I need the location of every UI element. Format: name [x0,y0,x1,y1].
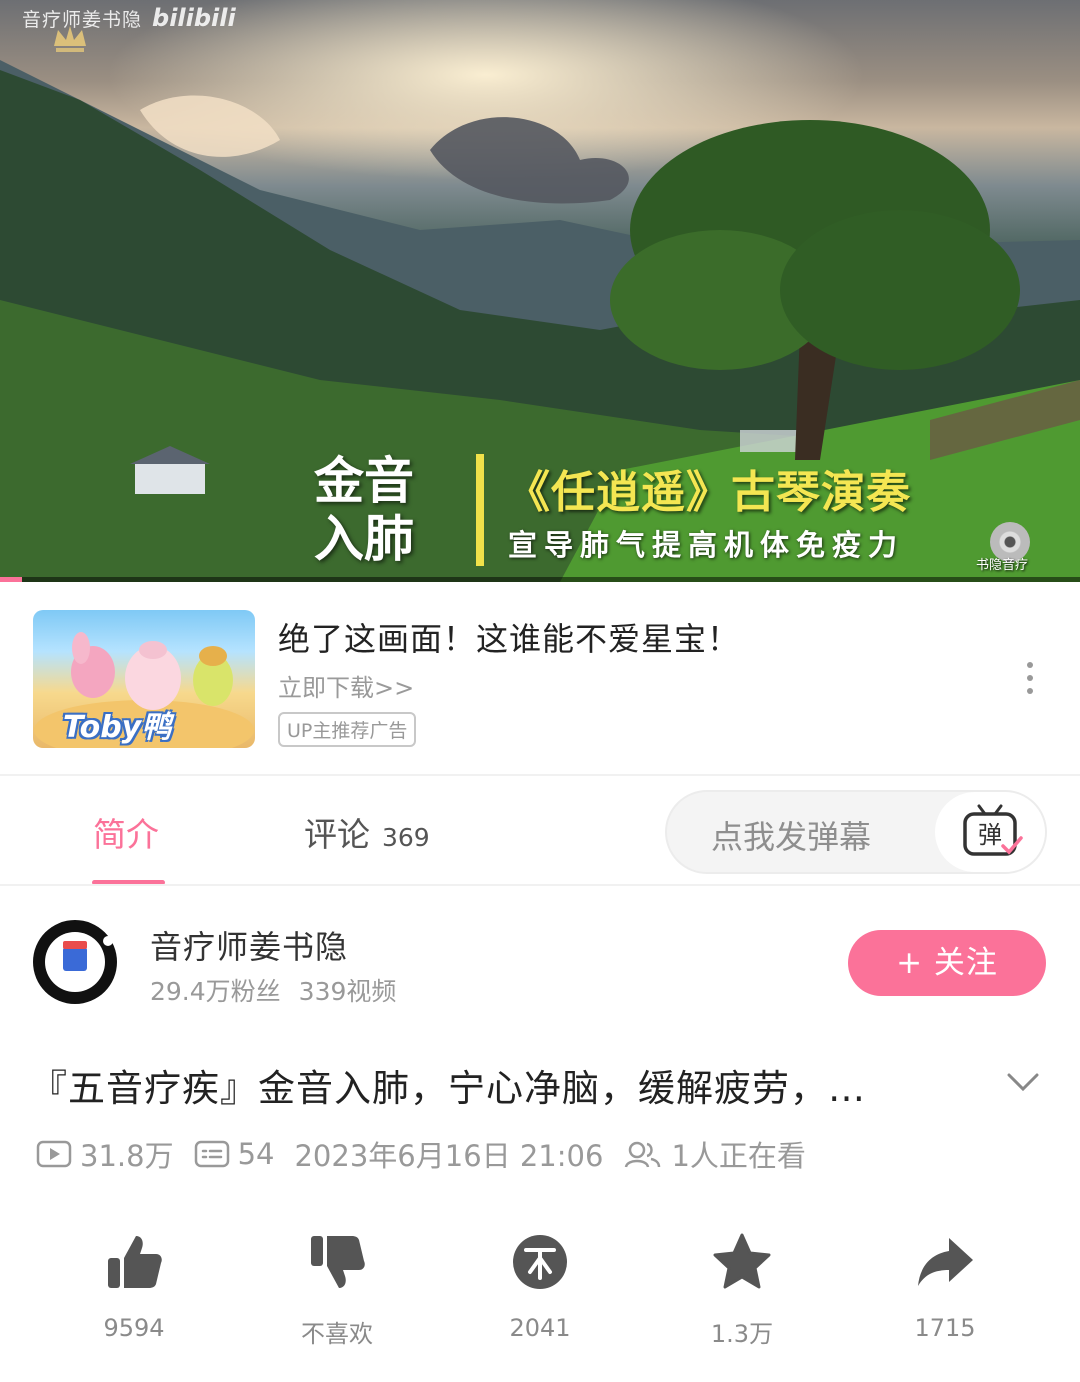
favorite-count: 1.3万 [710,1320,774,1348]
like-count: 9594 [103,1314,165,1342]
share-button[interactable]: 1715 [875,1232,1015,1342]
share-arrow-icon [918,1238,973,1286]
divider [0,774,1080,776]
uploader-followers: 29.4万粉丝 [150,977,281,1006]
ad-thumbnail[interactable]: Toby鸭 [33,610,255,748]
share-count: 1715 [914,1314,976,1342]
svg-text:弹: 弹 [978,821,1002,849]
play-count-icon [36,1140,72,1168]
uploader-stats: 29.4万粉丝 339视频 [150,972,396,1008]
uploader-avatar[interactable] [33,920,117,1004]
dislike-button[interactable]: 不喜欢 [267,1232,407,1349]
comments-count: 369 [382,823,430,852]
crown-logo-icon [54,26,86,52]
danmaku-tv-icon: 弹 [963,804,1023,856]
danmaku-input[interactable]: 点我发弹幕 弹 [665,790,1047,874]
thumbs-up-icon [108,1236,162,1288]
star-icon [713,1233,771,1289]
ad-download-link[interactable]: 立即下载>> [278,668,414,703]
video-meta: 31.8万 54 2023年6月16日 21:06 1人正在看 [36,1134,806,1174]
like-button[interactable]: 9594 [64,1232,204,1342]
coin-count: 2041 [509,1314,571,1342]
more-options-icon[interactable] [1018,662,1042,702]
gift-icon [63,941,87,971]
ad-badge: UP主推荐广告 [278,712,417,747]
uploader-name[interactable]: 音疗师姜书隐 [150,922,348,968]
publish-date: 2023年6月16日 21:06 [294,1139,604,1173]
ad-title[interactable]: 绝了这画面！这谁能不爱星宝！ [278,614,740,660]
coin-button[interactable]: 2041 [470,1232,610,1342]
chevron-down-icon[interactable] [1006,1070,1040,1094]
danmaku-toggle-button[interactable]: 弹 [935,792,1045,872]
thumbs-down-icon [311,1236,365,1288]
follow-button[interactable]: + 关注 [848,930,1046,996]
watching-people-icon [625,1141,661,1168]
tab-comments[interactable]: 评论 369 [304,808,430,856]
video-title: 『五音疗疾』金音入肺，宁心净脑，缓解疲劳，… [30,1067,866,1110]
action-bar: 9594 不喜欢 2041 1.3万 1715 [0,1232,1080,1352]
coin-icon [513,1235,567,1289]
tab-comments-label: 评论 [304,815,370,854]
danmaku-count: 54 [237,1137,275,1171]
watching-count: 1人正在看 [671,1139,806,1173]
dislike-label: 不喜欢 [301,1320,373,1348]
overlay-title: 《任逍遥》古琴演奏 [506,467,911,518]
danmaku-count-icon [194,1140,229,1168]
tab-intro[interactable]: 简介 [93,808,159,856]
ad-thumbnail-label: Toby鸭 [63,710,172,745]
uploader-videos: 339视频 [298,977,397,1006]
divider [0,884,1080,886]
danmaku-placeholder: 点我发弹幕 [711,818,872,856]
favorite-button[interactable]: 1.3万 [672,1232,812,1349]
overlay-divider [476,454,484,566]
overlay-subtitle: 宣导肺气提高机体免疫力 [508,528,905,562]
view-count: 31.8万 [80,1139,174,1173]
overlay-left-text: 金音 入肺 [314,451,414,568]
ad-card[interactable]: Toby鸭 绝了这画面！这谁能不爱星宝！ 立即下载>> UP主推荐广告 [0,582,1080,774]
overlay-corner-label: 书隐音疗 [976,558,1029,573]
video-player[interactable]: 音疗师姜书隐 bilibili 金音 入肺 《任逍遥》古琴演奏 宣导肺气提高机体免… [0,0,1080,582]
